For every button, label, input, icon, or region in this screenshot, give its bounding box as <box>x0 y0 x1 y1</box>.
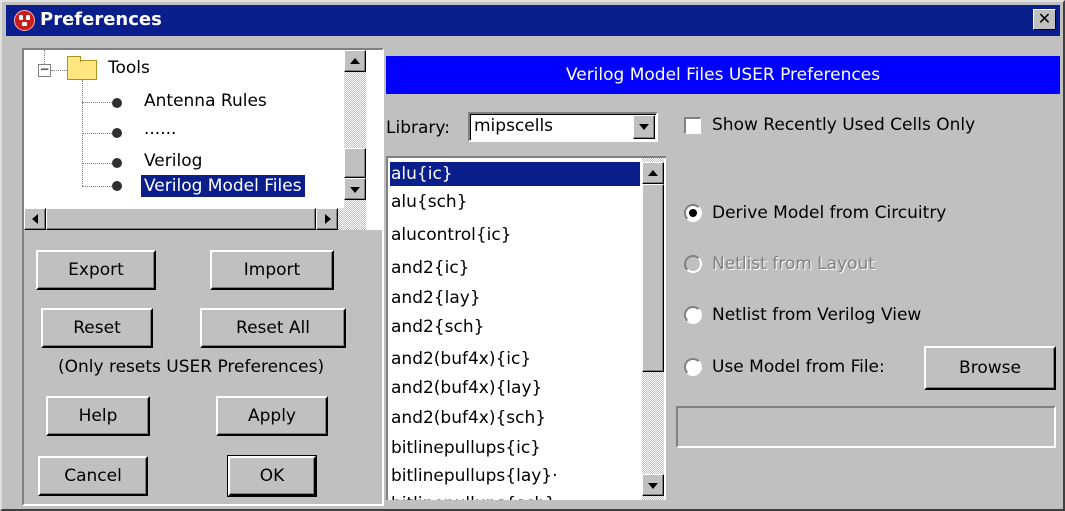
preferences-tree[interactable]: − Tools Antenna Rules ...... Verilog Ver… <box>24 50 382 230</box>
cell-list[interactable]: alu{ic} alu{sch} alucontrol{ic} and2{ic}… <box>386 156 666 500</box>
tree-item-verilog-model-files[interactable]: Verilog Model Files <box>141 175 305 197</box>
arrow-down-icon <box>648 483 658 489</box>
collapse-toggle[interactable]: − <box>38 63 51 77</box>
list-scroll-down-button[interactable] <box>642 474 664 496</box>
apply-button[interactable]: Apply <box>216 396 328 436</box>
list-item[interactable]: and2(buf4x){sch} <box>391 406 546 430</box>
radio-derive-model[interactable] <box>684 204 702 222</box>
model-file-path-field[interactable] <box>676 406 1056 448</box>
arrow-left-icon <box>32 214 38 224</box>
reset-note: (Only resets USER Preferences) <box>58 357 325 377</box>
show-recent-label: Show Recently Used Cells Only <box>712 115 976 135</box>
dropdown-button[interactable] <box>633 115 655 139</box>
list-item[interactable]: and2{sch} <box>391 315 484 339</box>
tree-item-tools[interactable]: Tools <box>108 57 150 79</box>
help-button[interactable]: Help <box>46 396 150 436</box>
close-button[interactable]: ✕ <box>1033 9 1056 30</box>
list-scroll-thumb[interactable] <box>642 184 664 372</box>
list-item[interactable]: alucontrol{ic} <box>391 223 512 247</box>
library-select[interactable]: mipscells <box>468 112 658 142</box>
list-scroll-up-button[interactable] <box>642 162 664 184</box>
tree-item-antenna-rules[interactable]: Antenna Rules <box>144 90 267 112</box>
arrow-up-icon <box>648 170 658 176</box>
app-icon <box>14 10 35 31</box>
chevron-down-icon <box>639 124 649 130</box>
radio-use-model-file-label: Use Model from File: <box>712 357 885 377</box>
tree-hscroll-thumb[interactable] <box>46 208 316 230</box>
arrow-down-icon <box>350 187 360 193</box>
tree-scroll-thumb[interactable] <box>344 148 366 178</box>
radio-netlist-layout[interactable] <box>684 255 702 273</box>
title-bar[interactable]: Preferences ✕ <box>6 5 1060 36</box>
scroll-right-button[interactable] <box>316 208 338 230</box>
panel-header: Verilog Model Files USER Preferences <box>386 56 1060 94</box>
browse-button[interactable]: Browse <box>924 346 1056 390</box>
radio-derive-model-label: Derive Model from Circuitry <box>712 203 947 223</box>
scroll-left-button[interactable] <box>24 208 46 230</box>
tree-item-dots[interactable]: ...... <box>144 118 176 140</box>
radio-use-model-file[interactable] <box>684 358 702 376</box>
scroll-down-button[interactable] <box>344 178 366 200</box>
import-button[interactable]: Import <box>210 250 334 290</box>
reset-all-button[interactable]: Reset All <box>200 308 346 348</box>
tree-item-verilog[interactable]: Verilog <box>144 150 202 172</box>
list-item[interactable]: alu{sch} <box>391 190 468 214</box>
scroll-up-button[interactable] <box>344 50 366 72</box>
list-item-selected[interactable]: alu{ic} <box>390 162 640 186</box>
list-item[interactable]: bitlinepullups{ic} <box>391 436 541 460</box>
list-item[interactable]: bitlinepullups{sch} <box>391 492 556 500</box>
list-item[interactable]: and2(buf4x){lay} <box>391 376 542 400</box>
list-item[interactable]: and2{lay} <box>391 286 481 310</box>
arrow-right-icon <box>325 214 331 224</box>
ok-button[interactable]: OK <box>227 455 317 497</box>
folder-icon <box>67 56 97 80</box>
cancel-button[interactable]: Cancel <box>38 456 148 496</box>
leaf-bullet-icon <box>112 181 122 191</box>
leaf-bullet-icon <box>112 128 122 138</box>
export-button[interactable]: Export <box>36 250 156 290</box>
radio-netlist-layout-label: Netlist from Layout <box>712 254 875 274</box>
list-item[interactable]: bitlinepullups{lay}· <box>391 464 558 488</box>
window-title: Preferences <box>40 9 162 30</box>
list-item[interactable]: and2{ic} <box>391 256 470 280</box>
library-select-value: mipscells <box>474 116 554 136</box>
arrow-up-icon <box>350 58 360 64</box>
radio-dot-icon <box>689 209 697 217</box>
leaf-bullet-icon <box>112 158 122 168</box>
reset-button[interactable]: Reset <box>41 308 153 348</box>
radio-netlist-verilog[interactable] <box>684 306 702 324</box>
list-item[interactable]: and2(buf4x){ic} <box>391 347 531 371</box>
show-recent-checkbox[interactable] <box>684 117 701 134</box>
close-icon: ✕ <box>1037 9 1052 28</box>
radio-netlist-verilog-label: Netlist from Verilog View <box>712 305 922 325</box>
library-label: Library: <box>386 118 450 138</box>
leaf-bullet-icon <box>112 98 122 108</box>
left-panel: − Tools Antenna Rules ...... Verilog Ver… <box>22 48 384 506</box>
